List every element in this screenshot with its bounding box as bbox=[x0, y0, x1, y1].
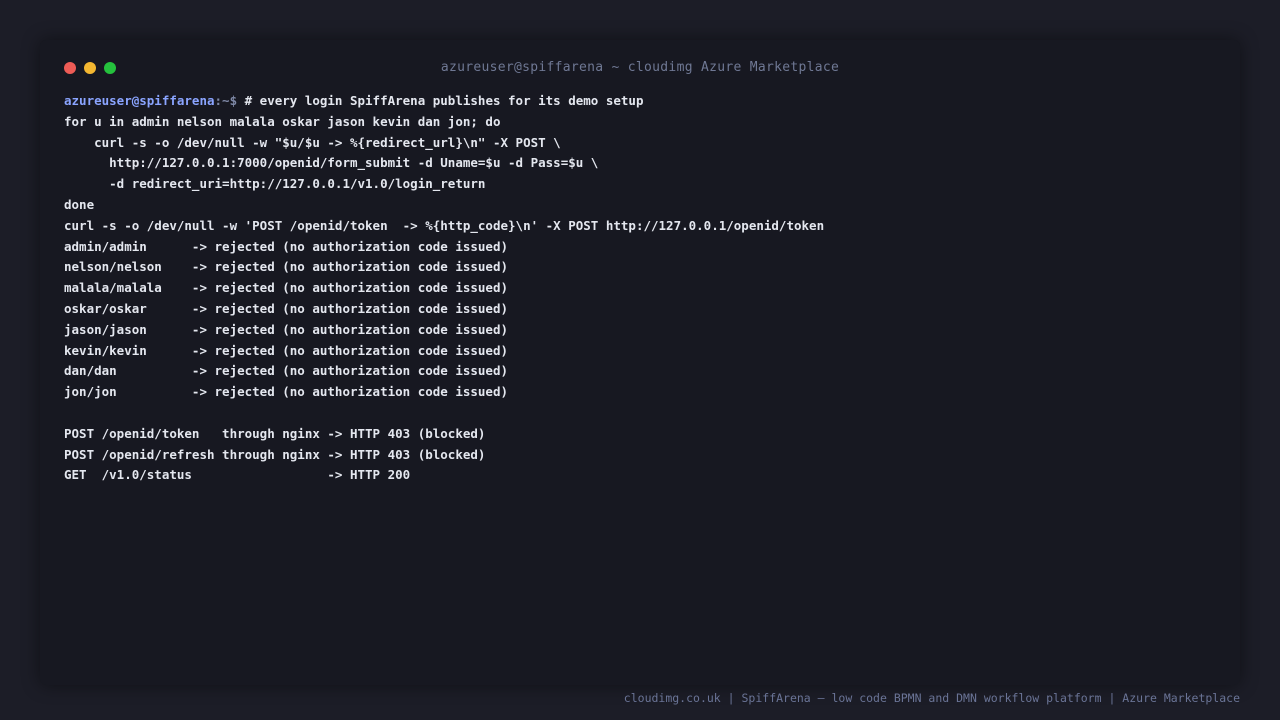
terminal-line: curl -s -o /dev/null -w 'POST /openid/to… bbox=[64, 217, 825, 233]
terminal-line: POST /openid/token through nginx -> HTTP… bbox=[64, 425, 486, 441]
terminal-line: -d redirect_uri=http://127.0.0.1/v1.0/lo… bbox=[64, 176, 486, 192]
terminal-line: curl -s -o /dev/null -w "$u/$u -> %{redi… bbox=[64, 134, 561, 150]
terminal-window: azureuser@spiffarena ~ cloudimg Azure Ma… bbox=[40, 40, 1240, 685]
footer-caption: cloudimg.co.uk | SpiffArena — low code B… bbox=[623, 691, 1240, 705]
prompt-command: # every login SpiffArena publishes for i… bbox=[237, 93, 644, 108]
title-bar: azureuser@spiffarena ~ cloudimg Azure Ma… bbox=[40, 40, 1240, 96]
prompt-line: azureuser@spiffarena:~$ # every login Sp… bbox=[64, 91, 1214, 112]
terminal-line: POST /openid/refresh through nginx -> HT… bbox=[64, 446, 486, 462]
terminal-line: malala/malala -> rejected (no authorizat… bbox=[64, 280, 509, 296]
prompt-path: :~$ bbox=[214, 93, 238, 108]
terminal-line: kevin/kevin -> rejected (no authorizatio… bbox=[64, 342, 509, 358]
terminal-line: done bbox=[64, 196, 95, 212]
terminal-line: nelson/nelson -> rejected (no authorizat… bbox=[64, 259, 509, 275]
window-title: azureuser@spiffarena ~ cloudimg Azure Ma… bbox=[440, 60, 840, 75]
prompt-user: azureuser@spiffarena bbox=[64, 93, 215, 108]
terminal-line: admin/admin -> rejected (no authorizatio… bbox=[64, 238, 509, 254]
terminal-line: GET /v1.0/status -> HTTP 200 bbox=[64, 467, 411, 483]
terminal-line: oskar/oskar -> rejected (no authorizatio… bbox=[64, 300, 509, 316]
terminal-line: http://127.0.0.1:7000/openid/form_submit… bbox=[64, 155, 599, 171]
terminal-line: jason/jason -> rejected (no authorizatio… bbox=[64, 321, 509, 337]
terminal-line: for u in admin nelson malala oskar jason… bbox=[64, 113, 501, 129]
terminal-line: jon/jon -> rejected (no authorization co… bbox=[64, 384, 509, 400]
terminal-output[interactable]: azureuser@spiffarena:~$ # every login Sp… bbox=[64, 91, 1214, 486]
terminal-line: dan/dan -> rejected (no authorization co… bbox=[64, 363, 509, 379]
